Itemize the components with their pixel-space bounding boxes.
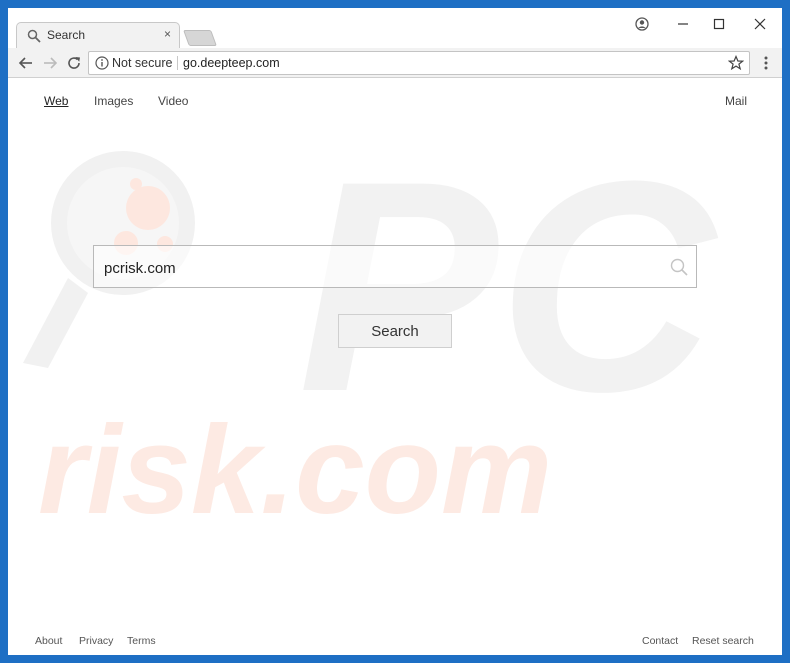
magnifier-icon [27,29,41,43]
new-tab-button[interactable] [183,30,217,46]
footer-reset-search-link[interactable]: Reset search [692,635,754,647]
address-bar[interactable]: Not secure go.deepteep.com [88,51,750,75]
nav-video[interactable]: Video [158,94,188,108]
watermark-text-bottom: risk.com [38,401,552,540]
footer-about-link[interactable]: About [35,635,62,647]
footer-terms-link[interactable]: Terms [127,635,156,647]
browser-window: Search × Not secure go.deepteep.com PC r… [8,8,782,655]
nav-images[interactable]: Images [94,94,133,108]
account-icon[interactable] [628,12,656,36]
close-window-button[interactable] [746,12,774,36]
url-text[interactable]: go.deepteep.com [183,56,280,70]
info-icon[interactable] [95,56,109,70]
tab-title: Search [47,28,86,42]
search-box [93,245,697,288]
search-icon[interactable] [670,258,688,276]
tab-search[interactable]: Search × [16,22,180,48]
search-button[interactable]: Search [338,314,452,348]
title-bar: Search × [8,8,782,48]
security-label: Not secure [112,56,173,70]
footer-privacy-link[interactable]: Privacy [79,635,113,647]
nav-mail[interactable]: Mail [725,94,747,108]
kebab-menu-icon[interactable] [758,54,774,72]
maximize-button[interactable] [705,12,733,36]
tab-close-button[interactable]: × [164,27,171,41]
page-content: PC risk.com Web Images Video Mail Search… [8,78,782,655]
forward-arrow-icon[interactable] [40,53,60,73]
star-icon[interactable] [728,55,744,71]
back-arrow-icon[interactable] [16,53,36,73]
reload-icon[interactable] [64,53,84,73]
footer-contact-link[interactable]: Contact [642,635,678,647]
search-input[interactable] [102,254,666,282]
browser-toolbar: Not secure go.deepteep.com [8,48,782,78]
minimize-button[interactable] [669,12,697,36]
address-separator [177,56,178,70]
nav-web[interactable]: Web [44,94,68,108]
pcrisk-watermark: PC risk.com [23,118,718,540]
